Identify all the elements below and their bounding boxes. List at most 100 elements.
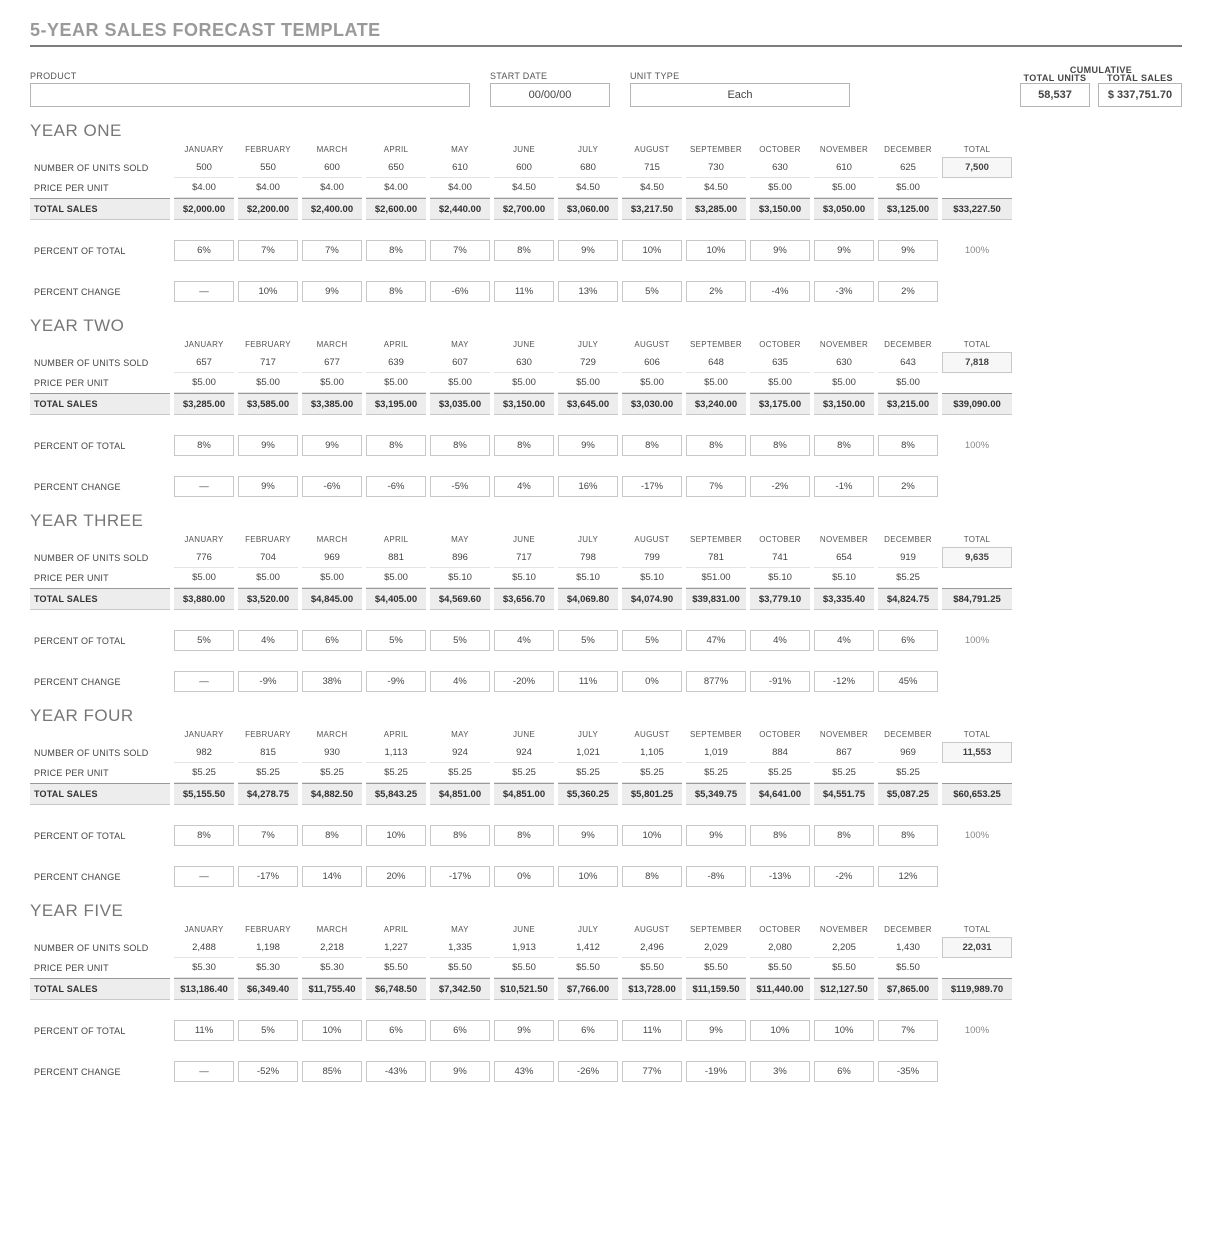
units-cell[interactable]: 884 — [750, 742, 810, 763]
price-cell[interactable]: $5.00 — [814, 373, 874, 393]
units-cell[interactable]: 867 — [814, 742, 874, 763]
units-cell[interactable]: 639 — [366, 352, 426, 373]
price-cell[interactable]: $4.00 — [238, 178, 298, 198]
unit-type-input[interactable]: Each — [630, 83, 850, 107]
units-cell[interactable]: 741 — [750, 547, 810, 568]
units-cell[interactable]: 919 — [878, 547, 938, 568]
units-cell[interactable]: 1,430 — [878, 937, 938, 958]
units-cell[interactable]: 630 — [494, 352, 554, 373]
price-cell[interactable]: $5.10 — [430, 568, 490, 588]
units-cell[interactable]: 799 — [622, 547, 682, 568]
price-cell[interactable]: $5.50 — [430, 958, 490, 978]
price-cell[interactable]: $51.00 — [686, 568, 746, 588]
units-cell[interactable]: 657 — [174, 352, 234, 373]
units-cell[interactable]: 1,021 — [558, 742, 618, 763]
price-cell[interactable]: $5.30 — [174, 958, 234, 978]
units-cell[interactable]: 677 — [302, 352, 362, 373]
units-cell[interactable]: 715 — [622, 157, 682, 178]
units-cell[interactable]: 1,198 — [238, 937, 298, 958]
price-cell[interactable]: $5.00 — [494, 373, 554, 393]
units-cell[interactable]: 969 — [878, 742, 938, 763]
price-cell[interactable]: $5.00 — [622, 373, 682, 393]
units-cell[interactable]: 1,105 — [622, 742, 682, 763]
price-cell[interactable]: $5.50 — [750, 958, 810, 978]
price-cell[interactable]: $5.50 — [878, 958, 938, 978]
price-cell[interactable]: $5.30 — [302, 958, 362, 978]
units-cell[interactable]: 717 — [238, 352, 298, 373]
units-cell[interactable]: 1,913 — [494, 937, 554, 958]
units-cell[interactable]: 607 — [430, 352, 490, 373]
price-cell[interactable]: $5.00 — [366, 568, 426, 588]
price-cell[interactable]: $5.50 — [622, 958, 682, 978]
price-cell[interactable]: $5.25 — [878, 763, 938, 783]
price-cell[interactable]: $5.10 — [750, 568, 810, 588]
price-cell[interactable]: $5.00 — [686, 373, 746, 393]
units-cell[interactable]: 1,019 — [686, 742, 746, 763]
units-cell[interactable]: 625 — [878, 157, 938, 178]
price-cell[interactable]: $5.00 — [174, 568, 234, 588]
price-cell[interactable]: $5.25 — [238, 763, 298, 783]
units-cell[interactable]: 730 — [686, 157, 746, 178]
units-cell[interactable]: 680 — [558, 157, 618, 178]
price-cell[interactable]: $5.00 — [302, 568, 362, 588]
price-cell[interactable]: $5.00 — [174, 373, 234, 393]
units-cell[interactable]: 2,205 — [814, 937, 874, 958]
start-date-input[interactable]: 00/00/00 — [490, 83, 610, 107]
units-cell[interactable]: 1,412 — [558, 937, 618, 958]
price-cell[interactable]: $4.50 — [686, 178, 746, 198]
price-cell[interactable]: $5.00 — [238, 568, 298, 588]
price-cell[interactable]: $5.25 — [174, 763, 234, 783]
price-cell[interactable]: $5.25 — [750, 763, 810, 783]
price-cell[interactable]: $5.00 — [814, 178, 874, 198]
price-cell[interactable]: $5.50 — [686, 958, 746, 978]
price-cell[interactable]: $5.25 — [558, 763, 618, 783]
price-cell[interactable]: $5.25 — [430, 763, 490, 783]
price-cell[interactable]: $5.25 — [494, 763, 554, 783]
units-cell[interactable]: 924 — [494, 742, 554, 763]
units-cell[interactable]: 798 — [558, 547, 618, 568]
units-cell[interactable]: 815 — [238, 742, 298, 763]
units-cell[interactable]: 717 — [494, 547, 554, 568]
price-cell[interactable]: $5.00 — [750, 178, 810, 198]
units-cell[interactable]: 930 — [302, 742, 362, 763]
price-cell[interactable]: $5.00 — [302, 373, 362, 393]
units-cell[interactable]: 654 — [814, 547, 874, 568]
price-cell[interactable]: $5.10 — [494, 568, 554, 588]
units-cell[interactable]: 1,227 — [366, 937, 426, 958]
price-cell[interactable]: $4.00 — [302, 178, 362, 198]
units-cell[interactable]: 630 — [814, 352, 874, 373]
units-cell[interactable]: 2,080 — [750, 937, 810, 958]
units-cell[interactable]: 606 — [622, 352, 682, 373]
units-cell[interactable]: 2,488 — [174, 937, 234, 958]
units-cell[interactable]: 650 — [366, 157, 426, 178]
units-cell[interactable]: 635 — [750, 352, 810, 373]
price-cell[interactable]: $5.25 — [878, 568, 938, 588]
units-cell[interactable]: 776 — [174, 547, 234, 568]
units-cell[interactable]: 550 — [238, 157, 298, 178]
units-cell[interactable]: 729 — [558, 352, 618, 373]
units-cell[interactable]: 881 — [366, 547, 426, 568]
price-cell[interactable]: $5.25 — [622, 763, 682, 783]
units-cell[interactable]: 2,029 — [686, 937, 746, 958]
price-cell[interactable]: $5.10 — [558, 568, 618, 588]
price-cell[interactable]: $4.50 — [494, 178, 554, 198]
units-cell[interactable]: 643 — [878, 352, 938, 373]
units-cell[interactable]: 704 — [238, 547, 298, 568]
price-cell[interactable]: $4.00 — [366, 178, 426, 198]
price-cell[interactable]: $5.00 — [558, 373, 618, 393]
price-cell[interactable]: $5.00 — [238, 373, 298, 393]
units-cell[interactable]: 982 — [174, 742, 234, 763]
price-cell[interactable]: $5.10 — [622, 568, 682, 588]
price-cell[interactable]: $5.50 — [494, 958, 554, 978]
price-cell[interactable]: $4.50 — [558, 178, 618, 198]
price-cell[interactable]: $5.50 — [366, 958, 426, 978]
units-cell[interactable]: 648 — [686, 352, 746, 373]
price-cell[interactable]: $5.25 — [814, 763, 874, 783]
units-cell[interactable]: 610 — [814, 157, 874, 178]
units-cell[interactable]: 969 — [302, 547, 362, 568]
units-cell[interactable]: 600 — [302, 157, 362, 178]
units-cell[interactable]: 610 — [430, 157, 490, 178]
units-cell[interactable]: 781 — [686, 547, 746, 568]
price-cell[interactable]: $4.00 — [174, 178, 234, 198]
price-cell[interactable]: $5.00 — [430, 373, 490, 393]
